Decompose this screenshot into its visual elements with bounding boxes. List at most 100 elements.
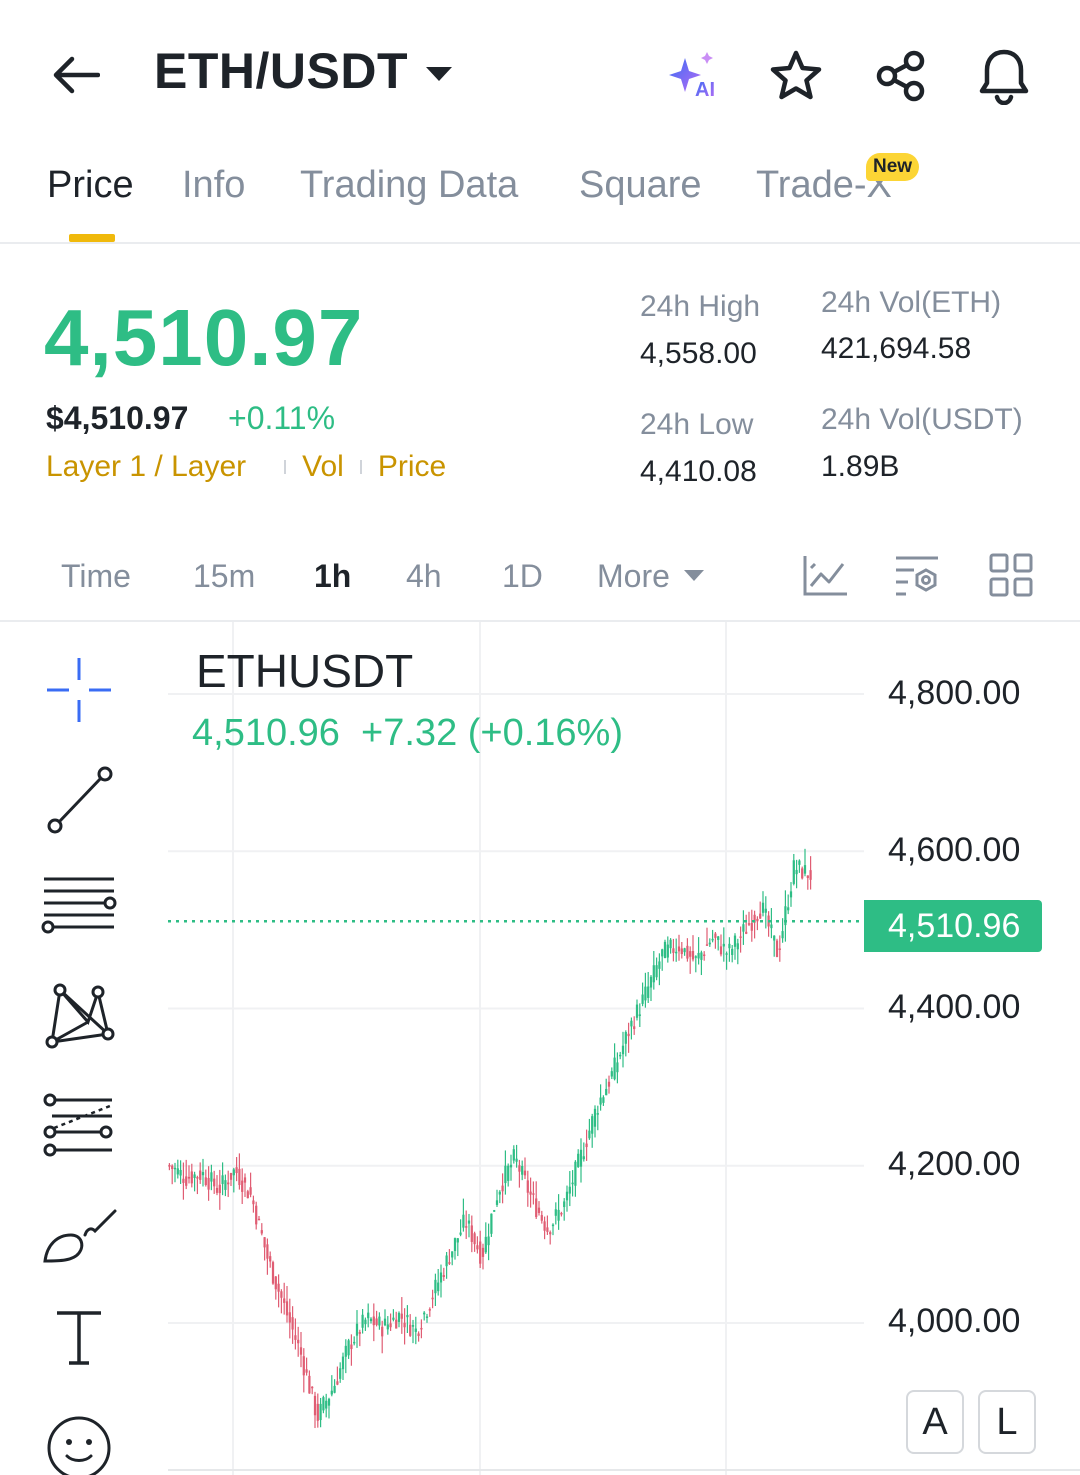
chart-price-readout: 4,510.96 +7.32 (+0.16%) (192, 712, 623, 755)
candle-body (414, 1328, 417, 1332)
bell-icon[interactable] (972, 44, 1036, 108)
candle-body (504, 1165, 507, 1184)
candle-body (549, 1232, 552, 1235)
pattern-tool-icon[interactable] (36, 974, 122, 1054)
candle-body (462, 1214, 465, 1228)
candle-body (344, 1345, 347, 1357)
candle-body (235, 1167, 238, 1174)
interval-1d[interactable]: 1D (502, 558, 543, 595)
horizontal-lines-icon[interactable] (36, 866, 122, 946)
candle-body (395, 1319, 398, 1329)
trend-line-icon[interactable] (36, 760, 122, 840)
candle-body (607, 1081, 611, 1087)
candle-body (451, 1251, 454, 1258)
candle-body (299, 1347, 303, 1355)
candle-body (498, 1191, 501, 1195)
candle-body (591, 1116, 594, 1134)
candle-body (585, 1143, 588, 1148)
caret-down-icon (426, 67, 452, 81)
candle-body (803, 865, 807, 874)
tab-square[interactable]: Square (579, 164, 702, 207)
candle-body (425, 1316, 429, 1318)
candle-body (675, 951, 678, 954)
interval-bar: Time 15m 1h 4h 1D More (0, 540, 1080, 622)
candle-body (691, 950, 695, 960)
candle-body (535, 1198, 538, 1218)
candle-body (479, 1241, 482, 1264)
candle-body (442, 1275, 445, 1278)
interval-time[interactable]: Time (61, 558, 131, 595)
candle-body (285, 1301, 289, 1316)
candle-body (574, 1161, 577, 1186)
text-tool-icon[interactable] (36, 1298, 122, 1378)
tag-price[interactable]: Price (378, 450, 446, 484)
candle-body (378, 1316, 381, 1326)
interval-1h[interactable]: 1h (314, 558, 351, 595)
chart-settings-icon[interactable] (892, 550, 942, 600)
brush-icon[interactable] (36, 1196, 122, 1276)
candle-body (602, 1097, 605, 1103)
tab-price[interactable]: Price (47, 164, 134, 207)
candle-body (341, 1356, 345, 1370)
more-intervals-button[interactable]: More (597, 558, 704, 595)
auto-scale-button[interactable]: A (906, 1390, 964, 1454)
candle-body (672, 948, 675, 953)
candle-body (423, 1312, 426, 1315)
ai-sparkle-icon[interactable]: AI (662, 44, 726, 108)
indicator-chart-icon[interactable] (800, 550, 850, 600)
candle-body (666, 944, 669, 958)
candle-body (392, 1317, 395, 1320)
candle-body (518, 1165, 521, 1172)
tab-trading-data[interactable]: Trading Data (300, 164, 518, 207)
back-arrow-icon[interactable] (44, 44, 106, 106)
candle-body (434, 1279, 437, 1294)
tab-info[interactable]: Info (182, 164, 245, 207)
candle-body (168, 1165, 171, 1167)
candle-body (613, 1057, 616, 1080)
candle-body (213, 1178, 216, 1187)
candle-body (694, 956, 697, 958)
candle-body (305, 1369, 308, 1373)
fib-retracement-icon[interactable] (36, 1086, 122, 1166)
pair-selector[interactable]: ETH/USDT (154, 42, 452, 100)
price-chart[interactable]: ETHUSDT 4,510.96 +7.32 (+0.16%) 4,800.00… (0, 622, 1080, 1475)
interval-4h[interactable]: 4h (406, 558, 442, 595)
candle-body (747, 923, 751, 925)
candle-body (266, 1244, 269, 1259)
candle-body (215, 1187, 219, 1193)
y-axis-tick: 4,600.00 (888, 831, 1021, 869)
crosshair-icon[interactable] (36, 650, 122, 730)
y-axis-tick: 4,000.00 (888, 1302, 1021, 1340)
candle-body (316, 1403, 319, 1421)
tag-divider (359, 460, 362, 474)
candle-body (663, 941, 667, 959)
candle-body (565, 1191, 569, 1201)
candle-body (431, 1297, 434, 1300)
log-scale-button[interactable]: L (978, 1390, 1036, 1454)
candle-body (795, 869, 798, 875)
candle-body (280, 1291, 283, 1298)
candle-body (560, 1212, 563, 1215)
candle-body (367, 1312, 370, 1319)
candle-body (484, 1236, 487, 1253)
candle-body (787, 907, 790, 911)
candle-body (610, 1071, 613, 1077)
layout-grid-icon[interactable] (986, 550, 1036, 600)
candle-body (465, 1226, 468, 1228)
candle-body (677, 946, 681, 952)
interval-15m[interactable]: 15m (193, 558, 255, 595)
y-axis-tick: 4,400.00 (888, 988, 1021, 1026)
candle-body (798, 860, 801, 865)
candle-body (277, 1283, 280, 1292)
candle-body (470, 1225, 473, 1242)
share-icon[interactable] (868, 44, 932, 108)
candle-body (361, 1314, 364, 1328)
emoji-icon[interactable] (36, 1402, 122, 1475)
candle-body (313, 1395, 317, 1416)
candle-body (467, 1220, 471, 1224)
candle-body (302, 1356, 305, 1376)
candle-body (224, 1180, 227, 1190)
tag-category[interactable]: Layer 1 / Layer (46, 450, 246, 484)
tag-vol[interactable]: Vol (302, 450, 344, 484)
star-favorite-icon[interactable] (764, 44, 828, 108)
